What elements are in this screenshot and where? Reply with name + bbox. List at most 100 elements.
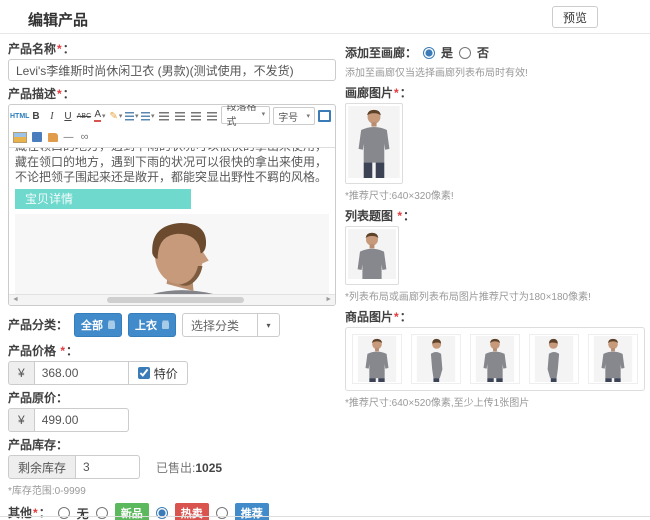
rich-text-editor: HTML B I U ABC A▾ ✎▾ ▾ ▾ 段落格式▾ 字号▾ [8,104,336,306]
product-images-label: 商品图片*： [345,310,645,324]
person-front-image [348,229,396,279]
scroll-left-arrow[interactable]: ◄ [12,295,19,305]
insert-video-button[interactable] [30,130,43,145]
price-section: 产品价格 *： ¥ 特价 [8,344,336,385]
trash-icon[interactable] [108,322,115,329]
chevron-down-icon: ▾ [306,112,310,120]
product-image-thumb[interactable] [470,334,520,384]
price-input-group: ¥ 特价 [8,361,336,385]
category-select-value[interactable]: 选择分类 [182,313,258,337]
bold-button[interactable]: B [29,109,42,124]
font-size-select[interactable]: 字号▾ [273,107,315,125]
preview-button[interactable]: 预览 [552,6,598,28]
currency-addon: ¥ [8,361,35,385]
ordered-list-icon [125,112,133,121]
gallery-toggle-hint: 添加至画廊仅当选择画廊列表布局时有效! [345,64,645,79]
chevron-down-icon: ▾ [135,112,139,120]
gallery-no-label: 否 [477,44,489,61]
scrollbar-thumb[interactable] [107,297,244,303]
required-asterisk: * [397,209,402,223]
align-center-icon [175,112,185,121]
other-none-radio[interactable] [58,507,70,519]
other-section: 其他*： 无 新品 热卖 推荐 [8,503,336,520]
underline-button[interactable]: U [61,109,74,124]
editor-horizontal-scrollbar[interactable]: ◄ ► [9,294,335,305]
product-name-input[interactable] [8,59,336,81]
ordered-list-button[interactable]: ▾ [125,109,138,124]
left-column: 产品名称*： 产品描述*： HTML B I U ABC A▾ ✎▾ ▾ ▾ [8,42,336,520]
stock-hint: *库存范围:0-9999 [8,482,336,497]
fullscreen-button[interactable] [318,109,331,124]
italic-button[interactable]: I [45,109,58,124]
insert-image-button[interactable] [13,130,27,145]
stock-addon: 剩余库存 [8,455,76,479]
unordered-list-button[interactable]: ▾ [141,109,154,124]
right-column: 添加至画廊： 是 否 添加至画廊仅当选择画廊列表布局时有效! 画廊图片*： *推… [345,42,645,416]
hot-badge: 热卖 [175,503,209,520]
product-image-thumb[interactable] [352,334,402,384]
gallery-yes-radio[interactable] [423,47,435,59]
model-profile-photo [72,214,272,294]
trash-icon[interactable] [162,322,169,329]
editor-content-area[interactable]: 藏在领口的地方，遇到下雨的状况可以很快的拿出来使用，不论把领子围起来还是敞开，都… [9,148,335,294]
chevron-down-icon: ▾ [102,112,106,120]
video-icon [32,132,42,142]
other-none-label: 无 [77,505,89,520]
price-label: 产品价格 *： [8,344,336,358]
highlight-button[interactable]: ✎▾ [109,109,122,124]
scroll-right-arrow[interactable]: ► [325,295,332,305]
other-label: 其他*： [8,506,51,520]
required-asterisk: * [394,310,399,324]
category-select-caret-button[interactable]: ▾ [258,313,280,337]
special-price-checkbox[interactable] [138,367,150,379]
category-tag-tops[interactable]: 上衣 [128,313,176,337]
html-source-button[interactable]: HTML [13,109,26,124]
list-image-hint: *列表布局或画廊列表布局图片推荐尺寸为180×180像素! [345,288,645,303]
horizontal-rule-button[interactable]: — [62,130,75,145]
insert-link-button[interactable]: ∞ [78,130,91,145]
required-asterisk: * [394,86,399,100]
edit-product-page: 编辑产品 预览 产品名称*： 产品描述*： HTML B I U ABC A▾ … [0,0,650,520]
product-image-thumb[interactable] [588,334,638,384]
editor-toolbar-row2: — ∞ [9,127,335,148]
stock-input-group: 剩余库存 已售出:1025 [8,455,336,479]
list-image-thumb[interactable] [345,226,399,285]
align-justify-button[interactable] [205,109,218,124]
align-left-icon [159,112,169,121]
price-input[interactable] [35,361,129,385]
fullscreen-icon [318,110,331,122]
strikethrough-button[interactable]: ABC [77,109,90,124]
gallery-no-radio[interactable] [459,47,471,59]
gallery-toggle-label: 添加至画廊： [345,46,417,60]
other-hot-radio[interactable] [156,507,168,519]
original-price-input[interactable] [35,408,129,432]
description-paragraph: 藏在领口的地方，遇到下雨的状况可以很快的拿出来使用，不论把领子围起来还是敞开，都… [15,155,329,185]
detail-banner: 宝贝详情 [15,189,191,209]
person-front-image [593,336,633,382]
stock-input[interactable] [76,455,140,479]
gallery-yes-label: 是 [441,44,453,61]
person-front-image [348,106,400,178]
product-image-thumb[interactable] [411,334,461,384]
gallery-image-hint: *推荐尺寸:640×320像素! [345,187,645,202]
paste-button[interactable] [46,130,59,145]
original-price-section: 产品原价： ¥ [8,391,336,432]
currency-addon: ¥ [8,408,35,432]
align-left-button[interactable] [157,109,170,124]
special-price-label: 特价 [154,365,178,382]
gallery-toggle-row: 添加至画廊： 是 否 [345,44,645,61]
align-right-icon [191,112,201,121]
align-center-button[interactable] [173,109,186,124]
other-new-radio[interactable] [96,507,108,519]
category-select: 选择分类 ▾ [182,313,280,337]
gallery-image-thumb[interactable] [345,103,403,184]
person-side-image [416,336,456,382]
font-color-button[interactable]: A▾ [93,109,106,124]
align-right-button[interactable] [189,109,202,124]
required-asterisk: * [57,42,62,56]
other-recommend-radio[interactable] [216,507,228,519]
product-image-thumb[interactable] [529,334,579,384]
paragraph-format-select[interactable]: 段落格式▾ [221,106,270,124]
category-tag-all[interactable]: 全部 [74,313,122,337]
product-images-hint: *推荐尺寸:640×520像素,至少上传1张图片 [345,394,645,409]
